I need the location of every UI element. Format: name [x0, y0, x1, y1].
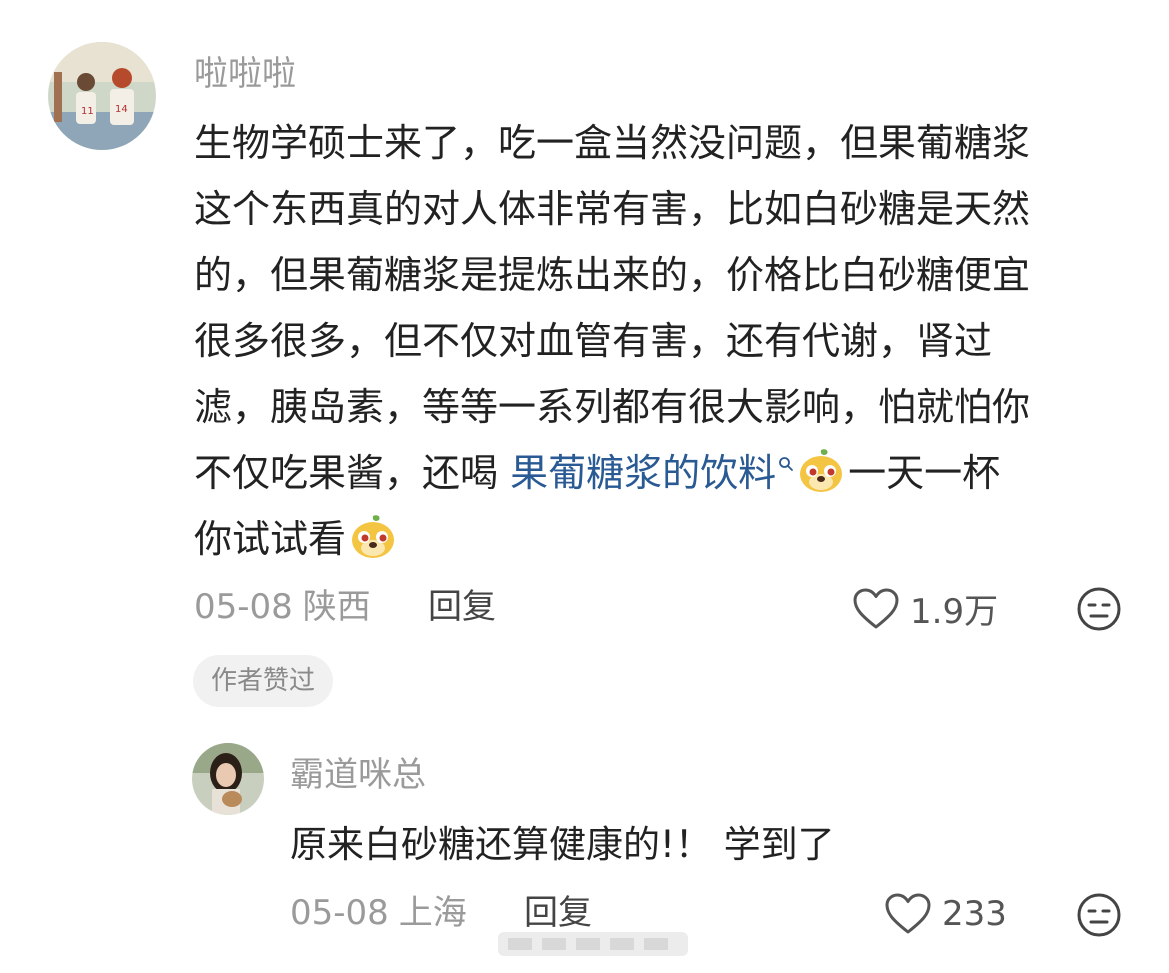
comment-line-7: 你试试看: [194, 506, 1030, 572]
like-button[interactable]: 1.9万: [852, 584, 998, 633]
reply-reply-button[interactable]: 回复: [524, 893, 592, 933]
comment-line-6: 不仅吃果酱，还喝 果葡糖浆的饮料 一天一杯: [194, 440, 1030, 506]
comment-date: 05-08: [194, 587, 293, 627]
heart-outline-icon: [853, 588, 899, 628]
replier-avatar[interactable]: [192, 743, 264, 815]
heart-outline-icon: [885, 893, 931, 934]
comment-line-6-suffix: 一天一杯: [848, 451, 1001, 495]
comment-location: 陕西: [302, 587, 371, 627]
comment-line-1: 生物学硕士来了，吃一盒当然没问题，但果葡糖浆: [194, 121, 1031, 165]
reply-date: 05-08: [290, 893, 389, 933]
replier-username[interactable]: 霸道咪总: [290, 755, 426, 795]
reply-like-count: 233: [942, 894, 1007, 934]
meh-face-icon[interactable]: [1076, 892, 1122, 938]
comment-line-3: 的，但果葡糖浆是提炼出来的，价格比白砂糖便宜: [194, 253, 1031, 297]
doge-emoji-icon: [800, 449, 843, 492]
comment-line-7-text: 你试试看: [194, 517, 347, 561]
like-count: 1.9万: [910, 592, 999, 632]
topic-link-label: 果葡糖浆的饮料: [510, 451, 777, 495]
reply-meta: 05-08 上海: [290, 893, 467, 933]
comment-line-2: 这个东西真的对人体非常有害，比如白砂糖是天然: [194, 187, 1031, 231]
comment-line-5: 滤，胰岛素，等等一系列都有很大影响，怕就怕你: [194, 385, 1031, 429]
commenter-avatar[interactable]: 11 14: [48, 42, 156, 150]
commenter-username[interactable]: 啦啦啦: [194, 54, 296, 94]
search-icon: [779, 457, 794, 472]
comment-meta: 05-08 陕西: [194, 587, 371, 627]
comment-line-6-prefix: 不仅吃果酱，还喝: [194, 451, 511, 495]
svg-text:14: 14: [115, 104, 128, 115]
doge-emoji-icon: [352, 515, 395, 558]
comment-line-4: 很多很多，但不仅对血管有害，还有代谢，肾过: [194, 319, 993, 363]
meh-face-icon[interactable]: [1076, 586, 1122, 632]
avatar-image: [192, 743, 264, 815]
reply-location: 上海: [398, 893, 467, 933]
reply-like-button[interactable]: 233: [884, 892, 1007, 936]
comment-body: 生物学硕士来了，吃一盒当然没问题，但果葡糖浆 这个东西真的对人体非常有害，比如白…: [194, 110, 1030, 572]
reply-body: 原来白砂糖还算健康的!！ 学到了: [290, 823, 835, 866]
svg-text:11: 11: [81, 106, 94, 117]
avatar-image: 11 14: [48, 42, 156, 150]
topic-link[interactable]: 果葡糖浆的饮料: [510, 451, 794, 495]
author-liked-badge: 作者赞过: [193, 655, 334, 707]
watermark-blur: [498, 932, 688, 956]
reply-button[interactable]: 回复: [428, 587, 496, 627]
